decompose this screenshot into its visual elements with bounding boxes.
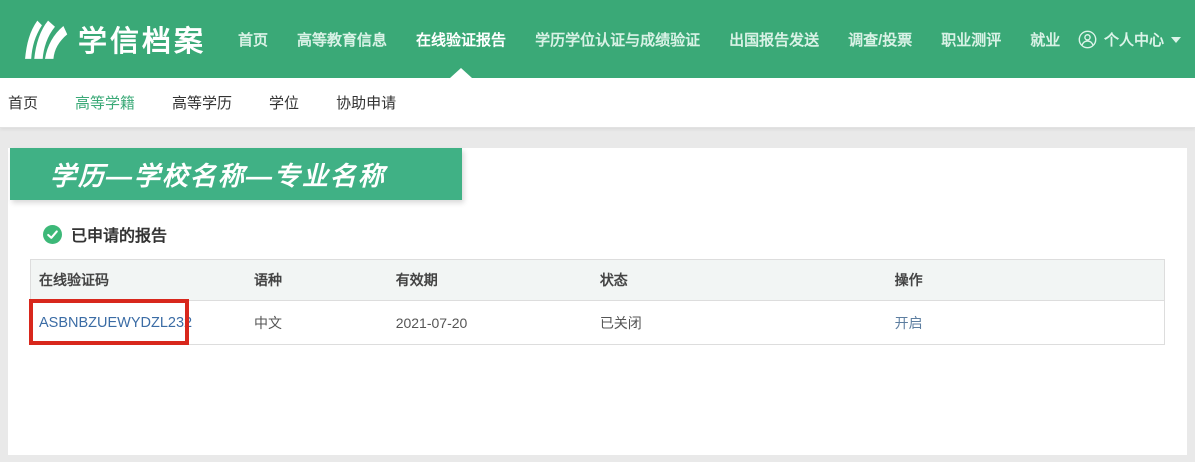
nav-item-higher-education-info[interactable]: 高等教育信息 — [297, 29, 387, 50]
col-header-status: 状态 — [591, 259, 887, 301]
degree-banner: 学历—学校名称—专业名称 — [10, 148, 462, 200]
user-menu-label: 个人中心 — [1103, 31, 1164, 49]
chevron-down-icon — [1171, 37, 1181, 43]
subnav-item-higher-enrollment[interactable]: 高等学籍 — [75, 92, 135, 113]
user-icon — [1078, 30, 1097, 48]
brand-logo-icon — [25, 20, 68, 59]
col-header-valid-until: 有效期 — [387, 259, 592, 301]
reports-table: 在线验证码 语种 有效期 状态 操作 ASBNBZUEWYDZL232 中文 2… — [30, 259, 1165, 345]
col-header-verification-code: 在线验证码 — [30, 259, 246, 301]
nav-item-survey-vote[interactable]: 调查/投票 — [848, 29, 912, 50]
active-nav-arrow — [450, 68, 472, 78]
secondary-nav: 首页 高等学籍 高等学历 学位 协助申请 — [0, 78, 1195, 128]
subnav-item-higher-degree[interactable]: 高等学历 — [172, 92, 232, 113]
language-cell: 中文 — [245, 300, 388, 345]
valid-until-cell: 2021-07-20 — [387, 300, 592, 345]
top-header: 学信档案 首页 高等教育信息 在线验证报告 学历学位认证与成绩验证 出国报告发送… — [0, 0, 1195, 78]
subnav-item-academic-degree[interactable]: 学位 — [269, 92, 299, 113]
enable-link[interactable]: 开启 — [895, 315, 923, 331]
section-title: 已申请的报告 — [71, 228, 168, 245]
applied-reports-section-header: 已申请的报告 — [43, 222, 1187, 246]
nav-item-home[interactable]: 首页 — [238, 29, 268, 50]
primary-nav: 首页 高等教育信息 在线验证报告 学历学位认证与成绩验证 出国报告发送 调查/投… — [238, 29, 1060, 50]
table-row: ASBNBZUEWYDZL232 中文 2021-07-20 已关闭 开启 — [30, 300, 1165, 345]
subnav-item-home[interactable]: 首页 — [8, 92, 38, 113]
verification-code-link[interactable]: ASBNBZUEWYDZL232 — [39, 315, 192, 331]
status-cell: 已关闭 — [591, 300, 887, 345]
nav-item-overseas-report[interactable]: 出国报告发送 — [729, 29, 819, 50]
nav-item-employment[interactable]: 就业 — [1030, 29, 1060, 50]
nav-item-career-assessment[interactable]: 职业测评 — [941, 29, 1001, 50]
content-card: 学历—学校名称—专业名称 已申请的报告 在线验证码 语种 有效期 状态 操作 A… — [8, 148, 1187, 455]
degree-banner-title: 学历—学校名称—专业名称 — [50, 160, 387, 191]
brand[interactable]: 学信档案 — [22, 14, 206, 64]
nav-item-online-verification-report[interactable]: 在线验证报告 — [416, 29, 506, 50]
user-menu[interactable]: 个人中心 — [1078, 29, 1181, 50]
table-header-row: 在线验证码 语种 有效期 状态 操作 — [30, 259, 1165, 301]
col-header-action: 操作 — [886, 259, 1165, 301]
brand-title: 学信档案 — [78, 26, 207, 58]
col-header-language: 语种 — [245, 259, 388, 301]
subnav-item-assist-apply[interactable]: 协助申请 — [336, 92, 396, 113]
check-icon — [43, 224, 62, 244]
nav-item-degree-certification[interactable]: 学历学位认证与成绩验证 — [535, 29, 700, 50]
reports-table-wrap: 在线验证码 语种 有效期 状态 操作 ASBNBZUEWYDZL232 中文 2… — [29, 259, 1165, 345]
